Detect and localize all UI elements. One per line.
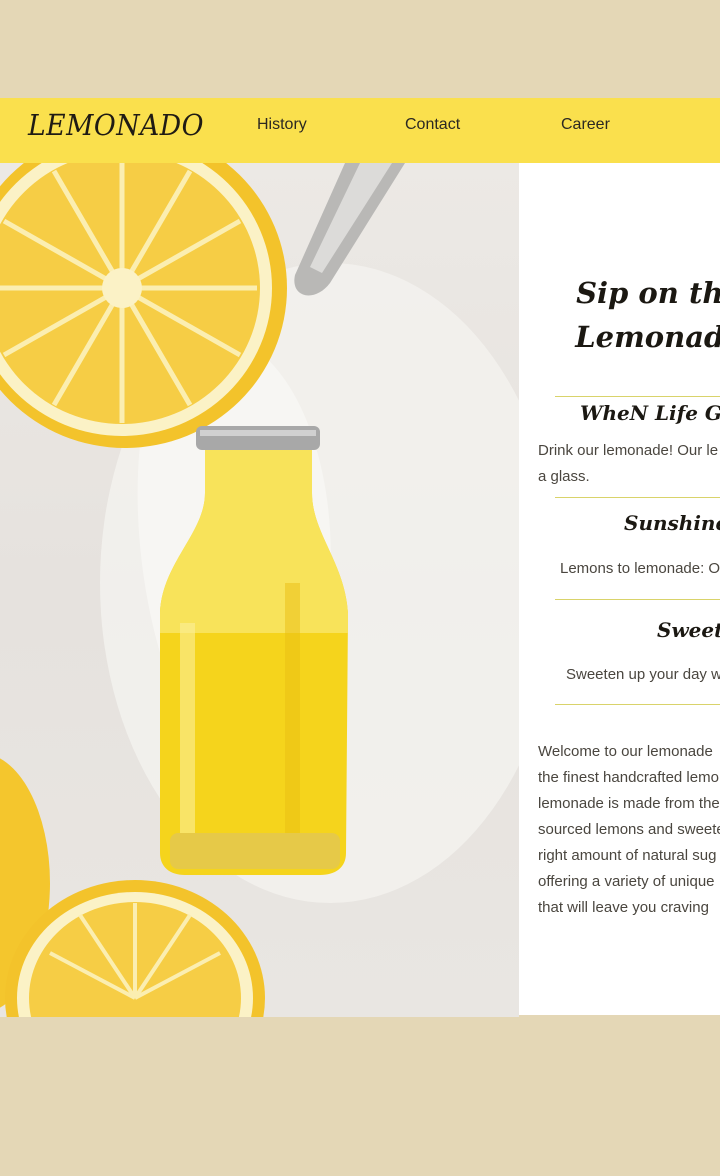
welcome-line: offering a variety of unique [538,873,715,890]
nav-link-contact[interactable]: Contact [405,116,460,134]
welcome-line: the finest handcrafted lemo [538,769,719,786]
logo[interactable]: LEMONADO [28,108,204,142]
welcome-line: sourced lemons and sweete [538,821,720,838]
feature-text-3: Sweeten up your day w [566,666,720,683]
feature-text-2: Lemons to lemonade: O [560,560,720,577]
nav-link-history[interactable]: History [257,116,307,134]
welcome-line: lemonade is made from the [538,795,720,812]
feature-heading-3: Sweeten [657,618,720,642]
divider [555,497,720,498]
feature-text-1-line2: a glass. [538,468,590,485]
feature-heading-1: WheN Life Gives [580,401,720,425]
welcome-paragraph: Welcome to our lemonade the finest handc… [538,739,720,921]
welcome-line: right amount of natural sug [538,847,717,864]
page: LEMONADO History Contact Career Sip on t… [0,0,720,1176]
divider [555,704,720,705]
welcome-line: Welcome to our lemonade [538,743,713,760]
content-panel: Sip on the Lemonade WheN Life Gives Drin… [519,163,720,1015]
navbar: LEMONADO History Contact Career [0,98,720,163]
hero-image-lemonade-bottle [0,163,519,1017]
hero-title-line2: Lemonade [575,320,720,354]
welcome-line: that will leave you craving [538,899,709,916]
nav-link-career[interactable]: Career [561,116,610,134]
hero-title: Sip on the Lemonade [519,271,720,359]
feature-heading-2: Sunshine in [624,511,720,535]
feature-text-1-line1: Drink our lemonade! Our le [538,442,719,459]
divider [555,599,720,600]
divider [555,396,720,397]
hero-title-line1: Sip on the [576,276,720,310]
